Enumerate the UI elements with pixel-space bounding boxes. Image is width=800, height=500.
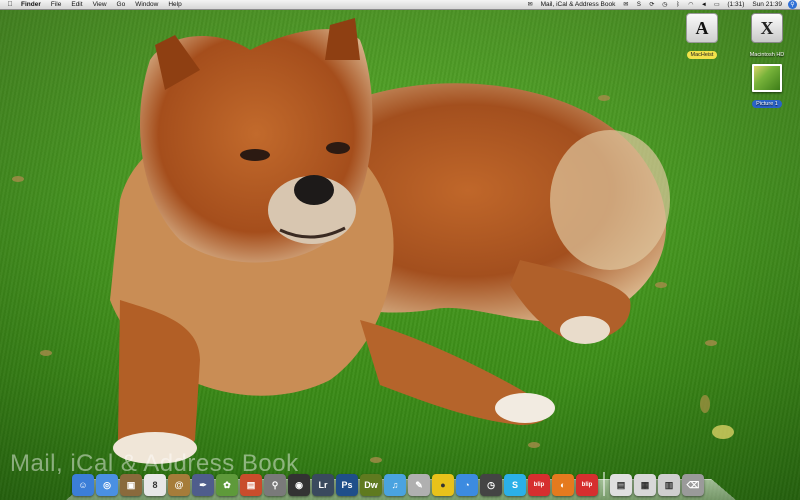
image-file-icon[interactable] — [752, 64, 782, 92]
cyberduck-icon[interactable]: ● — [432, 474, 454, 496]
mail-icon[interactable]: ✉ — [621, 1, 630, 8]
bluetooth-icon[interactable]: ᛒ — [673, 1, 682, 8]
desktop-icon-picture-1[interactable]: Picture 1 — [742, 64, 792, 110]
trash-icon[interactable]: ⌫ — [682, 474, 704, 496]
macheist-app-icon[interactable]: A — [686, 13, 718, 43]
wifi-icon[interactable]: ◠ — [686, 1, 695, 8]
desktop-icon-label: Macintosh HD — [746, 51, 789, 59]
safari-icon[interactable]: ◎ — [96, 474, 118, 496]
lightroom-icon[interactable]: Lr — [312, 474, 334, 496]
address-book-icon[interactable]: @ — [168, 474, 190, 496]
firefox-icon[interactable]: ◐ — [552, 474, 574, 496]
photo-app-icon[interactable]: ✿ — [216, 474, 238, 496]
menu-clock[interactable]: Sun 21:39 — [748, 0, 786, 10]
spotlight-search-icon[interactable]: ⚲ — [788, 0, 797, 9]
time-machine-icon[interactable]: ◷ — [660, 1, 669, 8]
dock: ☺ ◎ ▣ 8 @ ✒ ✿ ▤ ⚲ ◉ Lr Ps Dw ♫ ✎ ● ◔ ◷ Sblip ◐ blip ▤ ▦ ▥ ⌫ — [72, 466, 732, 496]
battery-icon[interactable]: ▭ — [712, 1, 721, 8]
skype-status-icon[interactable]: S — [634, 1, 643, 8]
dog-eye-left — [240, 149, 270, 161]
desktop-icon-macintosh-hd[interactable]: X Macintosh HD — [742, 13, 792, 61]
skype-icon[interactable]: S — [504, 474, 526, 496]
menu-window[interactable]: Window — [130, 0, 163, 10]
mail-icon[interactable]: ✒ — [192, 474, 214, 496]
dog-front-paw-right — [495, 393, 555, 423]
menu-help[interactable]: Help — [163, 0, 186, 10]
dog-eye-right — [326, 142, 350, 154]
status-title[interactable]: Mail, iCal & Address Book — [537, 0, 620, 10]
itunes-icon[interactable]: ♫ — [384, 474, 406, 496]
iphoto-icon[interactable]: ▣ — [120, 474, 142, 496]
dog-rear-fluff — [550, 130, 670, 270]
photoshop-icon[interactable]: Ps — [336, 474, 358, 496]
script-icon[interactable]: ✎ — [408, 474, 430, 496]
hard-drive-icon[interactable]: X — [751, 13, 783, 43]
dog-ear-right — [325, 18, 360, 60]
menu-bar:  Finder File Edit View Go Window Help ✉… — [0, 0, 800, 10]
dog-photo — [0, 0, 800, 500]
desktop-icon-macheist[interactable]: A MacHeist — [677, 13, 727, 61]
menu-file[interactable]: File — [46, 0, 66, 10]
time-machine-icon[interactable]: ◷ — [480, 474, 502, 496]
desktop-icon-label: MacHeist — [687, 51, 718, 59]
blip-icon[interactable]: blip — [528, 474, 550, 496]
battery-time[interactable]: (1:31) — [723, 0, 748, 10]
desktop-icon-label: Picture 1 — [752, 100, 782, 108]
sync-icon[interactable]: ⟳ — [647, 1, 656, 8]
volume-icon[interactable]: ◄ — [699, 1, 708, 8]
camera-icon[interactable]: ◉ — [288, 474, 310, 496]
apple-icon[interactable]:  — [4, 1, 16, 8]
dog-back-paw — [560, 316, 610, 344]
menu-go[interactable]: Go — [112, 0, 131, 10]
documents-stack-icon[interactable]: ▦ — [634, 474, 656, 496]
menu-view[interactable]: View — [88, 0, 112, 10]
menu-app-finder[interactable]: Finder — [16, 0, 46, 10]
ichat-icon[interactable]: ◔ — [456, 474, 478, 496]
media-icon[interactable]: ▤ — [240, 474, 262, 496]
dock-separator — [603, 472, 605, 496]
menu-edit[interactable]: Edit — [66, 0, 87, 10]
dog-nose — [294, 175, 334, 205]
mail-status-icon[interactable]: ✉ — [526, 1, 535, 8]
dreamweaver-icon[interactable]: Dw — [360, 474, 382, 496]
ical-icon[interactable]: 8 — [144, 474, 166, 496]
downloads-stack-icon[interactable]: ▥ — [658, 474, 680, 496]
document-icon[interactable]: ▤ — [610, 474, 632, 496]
finder-icon[interactable]: ☺ — [72, 474, 94, 496]
preview-icon[interactable]: ⚲ — [264, 474, 286, 496]
blip-2-icon[interactable]: blip — [576, 474, 598, 496]
